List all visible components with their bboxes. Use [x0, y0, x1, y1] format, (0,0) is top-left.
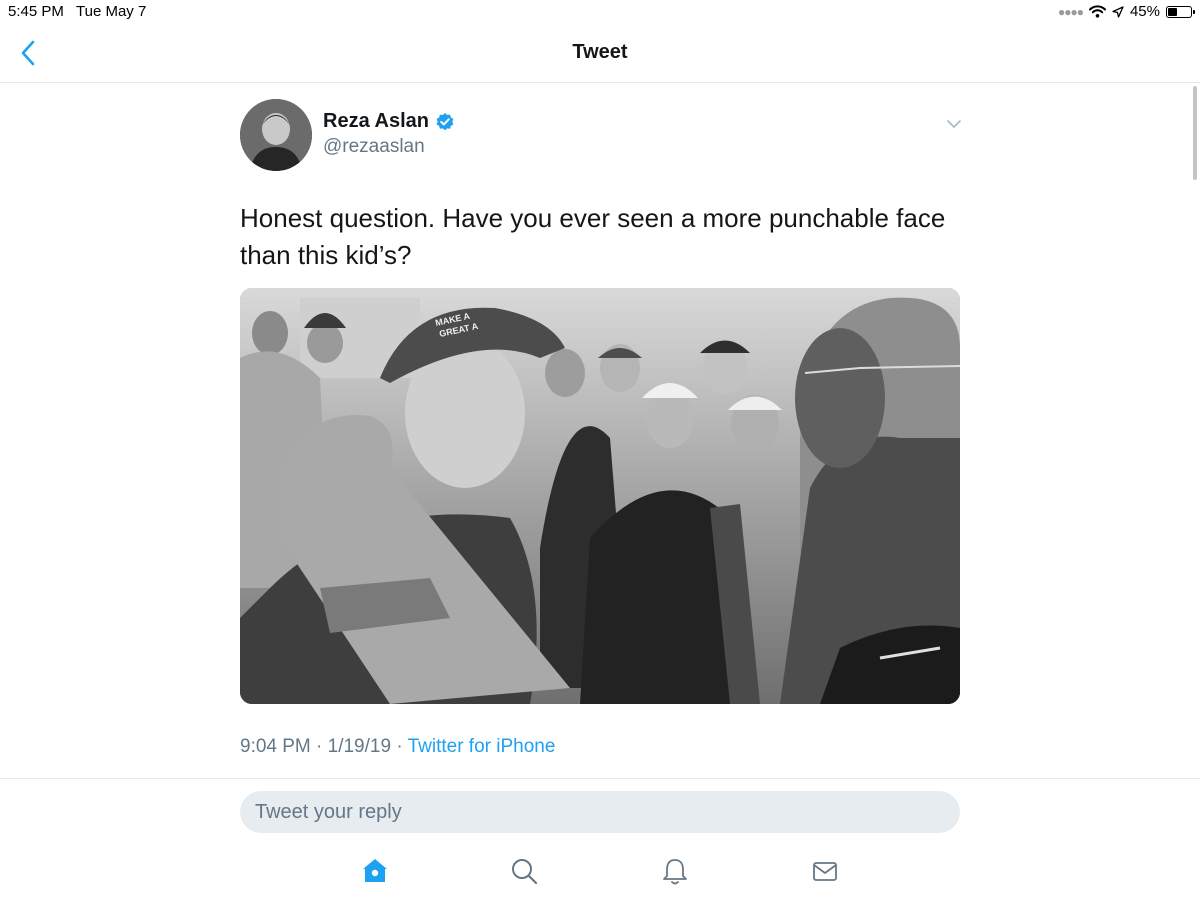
page-title: Tweet — [572, 41, 628, 63]
battery-icon — [1166, 5, 1195, 18]
tweet-meta: 9:04 PM · 1/19/19 · Twitter for iPhone — [240, 736, 555, 758]
battery-level — [1168, 7, 1178, 16]
tweet-photo[interactable]: MAKE A GREAT A — [240, 288, 960, 704]
navigation-bar: Tweet — [0, 24, 1200, 83]
status-date: Tue May 7 — [76, 3, 147, 20]
display-name[interactable]: Reza Aslan — [323, 110, 429, 133]
location-arrow-icon — [1112, 5, 1124, 18]
mail-icon — [813, 862, 837, 881]
tweet-options-button[interactable] — [944, 114, 964, 134]
tweet-source-link[interactable]: Twitter for iPhone — [408, 736, 556, 757]
author-name-row[interactable]: Reza Aslan — [323, 110, 455, 133]
status-time: 5:45 PM — [8, 3, 64, 20]
bell-icon — [663, 859, 687, 885]
status-indicators: ●●●● 45% — [1057, 3, 1195, 20]
tab-notifications[interactable] — [660, 856, 690, 886]
photo-content: MAKE A GREAT A — [240, 288, 960, 704]
author-handle[interactable]: @rezaaslan — [323, 136, 425, 158]
home-icon — [363, 859, 387, 882]
tweet-text: Honest question. Have you ever seen a mo… — [240, 203, 946, 270]
wifi-icon — [1088, 5, 1106, 18]
tweet-timestamp: 9:04 PM · 1/19/19 · — [240, 736, 408, 757]
chevron-down-icon — [947, 120, 961, 128]
battery-tip — [1193, 9, 1195, 14]
tab-messages[interactable] — [810, 856, 840, 886]
status-bar: 5:45 PM Tue May 7 ●●●● 45% — [0, 0, 1200, 24]
tab-search[interactable] — [509, 856, 539, 886]
profile-photo — [240, 99, 312, 171]
tab-home[interactable] — [360, 856, 390, 886]
cellular-signal-icon: ●●●● — [1057, 4, 1084, 19]
reply-input[interactable]: Tweet your reply — [240, 791, 960, 833]
search-icon — [512, 859, 538, 885]
divider — [0, 778, 1200, 779]
battery-percent: 45% — [1129, 3, 1160, 20]
verified-badge-icon — [436, 112, 454, 130]
scrollbar[interactable] — [1193, 86, 1197, 180]
avatar[interactable] — [240, 99, 312, 171]
